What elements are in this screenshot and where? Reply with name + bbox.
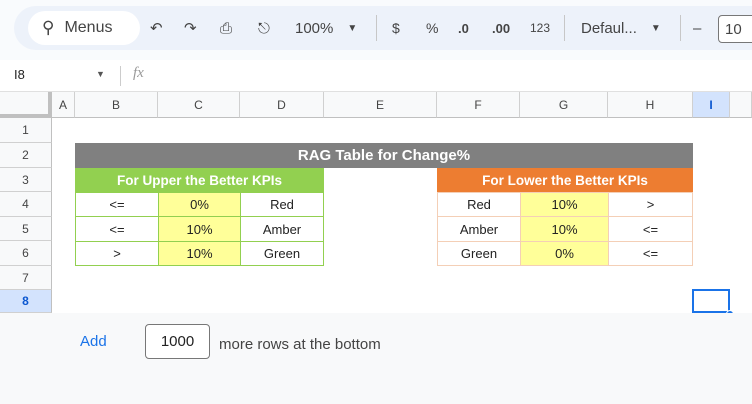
font-size-input[interactable]: 10 xyxy=(718,15,752,43)
upper-cell[interactable]: 10% xyxy=(158,241,241,266)
column-header-next[interactable] xyxy=(730,92,752,118)
chevron-down-icon: ▼ xyxy=(347,22,358,34)
row-header-5[interactable]: 5 xyxy=(0,217,52,241)
lower-cell[interactable]: 10% xyxy=(520,216,609,242)
lower-cell[interactable]: Amber xyxy=(437,216,521,242)
increase-decimal-button[interactable]: .00 xyxy=(492,16,510,40)
more-formats-button[interactable]: 123 xyxy=(530,16,550,40)
rag-table-title[interactable]: RAG Table for Change% xyxy=(75,143,693,168)
print-icon[interactable]: ⎙ xyxy=(220,16,232,40)
font-select[interactable]: Defaul... ▼ xyxy=(581,16,661,40)
search-menus-label: Menus xyxy=(64,19,113,36)
add-rows-bar xyxy=(0,313,752,404)
lower-better-header[interactable]: For Lower the Better KPIs xyxy=(437,168,693,192)
divider xyxy=(376,15,377,41)
formula-bar xyxy=(0,60,752,92)
zoom-select[interactable]: 100% ▼ xyxy=(295,16,357,40)
redo-icon[interactable]: ↷ xyxy=(184,16,197,40)
upper-cell[interactable]: 10% xyxy=(158,216,241,242)
column-header-B[interactable]: B xyxy=(75,92,158,118)
font-value: Defaul... xyxy=(581,19,637,37)
divider xyxy=(120,66,121,86)
row-header-6[interactable]: 6 xyxy=(0,241,52,266)
upper-cell[interactable]: 0% xyxy=(158,192,241,217)
divider xyxy=(564,15,565,41)
lower-cell[interactable]: Green xyxy=(437,241,521,266)
search-menus[interactable]: ⚲ Menus xyxy=(28,11,140,45)
lower-cell[interactable]: Red xyxy=(437,192,521,217)
add-rows-suffix: more rows at the bottom xyxy=(219,336,381,353)
column-header-E[interactable]: E xyxy=(324,92,437,118)
upper-cell[interactable]: Green xyxy=(240,241,324,266)
zoom-value: 100% xyxy=(295,19,334,37)
name-box[interactable]: I8 xyxy=(14,67,25,82)
divider xyxy=(680,15,681,41)
upper-cell[interactable]: Amber xyxy=(240,216,324,242)
upper-better-header[interactable]: For Upper the Better KPIs xyxy=(75,168,324,192)
decrease-decimal-button[interactable]: .0 xyxy=(458,16,469,40)
chevron-down-icon: ▼ xyxy=(650,22,661,34)
selected-cell-I8[interactable] xyxy=(692,289,730,313)
row-header-3[interactable]: 3 xyxy=(0,168,52,192)
rows-count-input[interactable]: 1000 xyxy=(145,324,210,359)
font-size-decrease-button[interactable]: – xyxy=(693,16,701,40)
search-icon: ⚲ xyxy=(42,18,55,37)
upper-cell[interactable]: > xyxy=(75,241,159,266)
lower-cell[interactable]: > xyxy=(608,192,693,217)
column-header-H[interactable]: H xyxy=(608,92,693,118)
undo-icon[interactable]: ↶ xyxy=(150,16,163,40)
upper-cell[interactable]: <= xyxy=(75,216,159,242)
lower-cell[interactable]: <= xyxy=(608,216,693,242)
paint-format-icon[interactable]: ⎋ xyxy=(258,16,270,40)
row-header-4[interactable]: 4 xyxy=(0,192,52,217)
lower-cell[interactable]: 10% xyxy=(520,192,609,217)
column-header-D[interactable]: D xyxy=(240,92,324,118)
upper-cell[interactable]: Red xyxy=(240,192,324,217)
row-header-2[interactable]: 2 xyxy=(0,143,52,168)
lower-cell[interactable]: 0% xyxy=(520,241,609,266)
column-header-G[interactable]: G xyxy=(520,92,608,118)
row-header-8[interactable]: 8 xyxy=(0,290,52,313)
column-header-F[interactable]: F xyxy=(437,92,520,118)
column-header-A[interactable]: A xyxy=(52,92,75,118)
chevron-down-icon[interactable]: ▼ xyxy=(96,69,105,79)
lower-cell[interactable]: <= xyxy=(608,241,693,266)
add-rows-button[interactable]: Add xyxy=(80,333,107,350)
fx-icon: fx xyxy=(133,65,144,81)
select-all-corner[interactable] xyxy=(0,92,52,118)
row-header-7[interactable]: 7 xyxy=(0,266,52,290)
row-header-1[interactable]: 1 xyxy=(0,118,52,143)
column-header-I[interactable]: I xyxy=(693,92,730,118)
upper-cell[interactable]: <= xyxy=(75,192,159,217)
percent-button[interactable]: % xyxy=(426,16,438,40)
column-header-C[interactable]: C xyxy=(158,92,240,118)
currency-button[interactable]: $ xyxy=(392,16,400,40)
